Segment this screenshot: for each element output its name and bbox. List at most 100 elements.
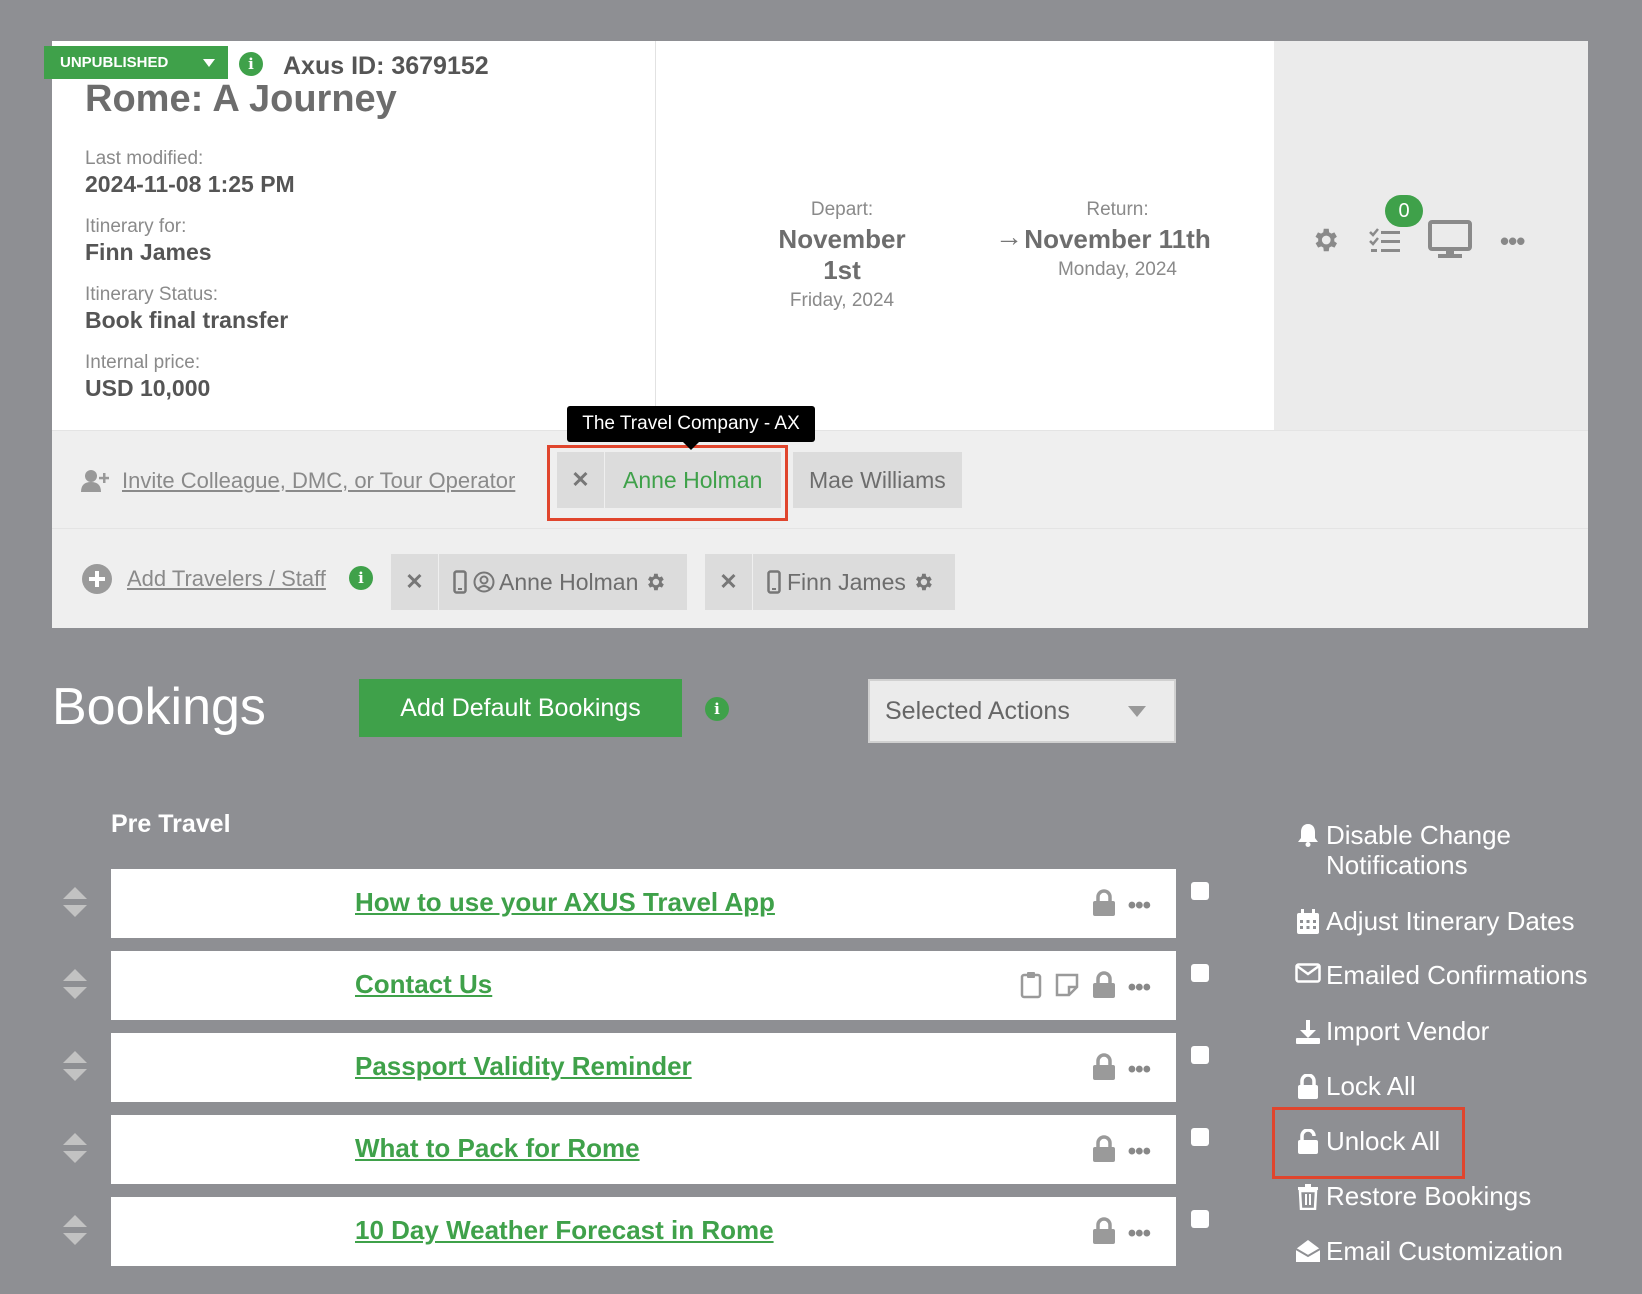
traveler-name[interactable]: Anne Holman bbox=[499, 569, 638, 596]
booking-title[interactable]: 10 Day Weather Forecast in Rome bbox=[355, 1215, 774, 1246]
import-vendor-link[interactable]: Import Vendor bbox=[1294, 1016, 1489, 1046]
mobile-icon bbox=[767, 570, 781, 594]
itinerary-summary: Rome: A Journey Last modified: 2024-11-0… bbox=[52, 41, 656, 430]
lock-icon[interactable] bbox=[1092, 1053, 1116, 1086]
lock-all-link[interactable]: Lock All bbox=[1294, 1071, 1416, 1101]
disable-change-notifications-link[interactable]: Disable Change Notifications bbox=[1294, 820, 1511, 880]
info-icon[interactable]: i bbox=[349, 566, 373, 590]
meta-last-modified: Last modified: 2024-11-08 1:25 PM bbox=[85, 148, 295, 197]
collaborators-row: Invite Colleague, DMC, or Tour Operator … bbox=[52, 430, 1588, 529]
collaborator-name[interactable]: Mae Williams bbox=[809, 467, 946, 494]
booking-row[interactable]: 10 Day Weather Forecast in Rome ••• bbox=[111, 1197, 1176, 1266]
more-icon[interactable]: ••• bbox=[1128, 892, 1151, 920]
booking-title[interactable]: Contact Us bbox=[355, 969, 492, 1000]
gear-icon[interactable] bbox=[1310, 225, 1340, 260]
booking-title[interactable]: Passport Validity Reminder bbox=[355, 1051, 692, 1082]
task-count-badge: 0 bbox=[1385, 195, 1423, 227]
drag-handle-icon[interactable] bbox=[62, 1132, 88, 1169]
invite-collaborator-link[interactable]: Invite Colleague, DMC, or Tour Operator bbox=[122, 468, 515, 494]
booking-checkbox[interactable] bbox=[1191, 1128, 1209, 1146]
collaborator-tooltip: The Travel Company - AX bbox=[567, 406, 815, 450]
trip-title: Rome: A Journey bbox=[85, 78, 397, 120]
email-customization-link[interactable]: Email Customization bbox=[1294, 1236, 1563, 1266]
more-icon[interactable]: ••• bbox=[1500, 226, 1525, 257]
remove-icon[interactable]: ✕ bbox=[391, 554, 439, 610]
traveler-chip-anne-holman[interactable]: ✕ Anne Holman bbox=[391, 554, 687, 610]
bell-icon bbox=[1294, 820, 1322, 847]
booking-row[interactable]: How to use your AXUS Travel App ••• bbox=[111, 869, 1176, 938]
booking-row[interactable]: Contact Us ••• bbox=[111, 951, 1176, 1020]
booking-actions: ••• bbox=[1092, 1135, 1151, 1168]
user-circle-icon bbox=[473, 571, 495, 593]
axus-id: Axus ID: 3679152 bbox=[283, 52, 489, 80]
booking-row[interactable]: What to Pack for Rome ••• bbox=[111, 1115, 1176, 1184]
meta-internal-price: Internal price: USD 10,000 bbox=[85, 352, 211, 401]
booking-actions: ••• bbox=[1092, 889, 1151, 922]
booking-actions: ••• bbox=[1092, 1053, 1151, 1086]
booking-row[interactable]: Passport Validity Reminder ••• bbox=[111, 1033, 1176, 1102]
add-circle-icon[interactable] bbox=[81, 563, 113, 600]
chevron-down-icon bbox=[1128, 706, 1146, 717]
lock-icon[interactable] bbox=[1092, 971, 1116, 1004]
more-icon[interactable]: ••• bbox=[1128, 974, 1151, 1002]
highlight-box bbox=[547, 445, 788, 521]
traveler-chip-finn-james[interactable]: ✕ Finn James bbox=[705, 554, 955, 610]
drag-handle-icon[interactable] bbox=[62, 1214, 88, 1251]
itinerary-header-card: Rome: A Journey Last modified: 2024-11-0… bbox=[52, 41, 1588, 628]
drag-handle-icon[interactable] bbox=[62, 1050, 88, 1087]
trip-dates: Depart: November 1st Friday, 2024 → Retu… bbox=[657, 41, 1274, 430]
trash-icon bbox=[1294, 1181, 1322, 1210]
booking-actions: ••• bbox=[1020, 971, 1151, 1004]
booking-checkbox[interactable] bbox=[1191, 1046, 1209, 1064]
more-icon[interactable]: ••• bbox=[1128, 1220, 1151, 1248]
more-icon[interactable]: ••• bbox=[1128, 1056, 1151, 1084]
checklist-icon[interactable] bbox=[1369, 228, 1401, 259]
add-travelers-link[interactable]: Add Travelers / Staff bbox=[127, 566, 326, 592]
adjust-itinerary-dates-link[interactable]: Adjust Itinerary Dates bbox=[1294, 906, 1575, 936]
drag-handle-icon[interactable] bbox=[62, 886, 88, 923]
remove-icon[interactable]: ✕ bbox=[705, 554, 753, 610]
chevron-down-icon bbox=[190, 46, 228, 79]
desktop-icon[interactable] bbox=[1428, 220, 1472, 265]
selected-actions-dropdown[interactable]: Selected Actions bbox=[868, 679, 1176, 743]
highlight-box bbox=[1272, 1107, 1465, 1179]
booking-title[interactable]: How to use your AXUS Travel App bbox=[355, 887, 775, 918]
travelers-row: Add Travelers / Staff i ✕ Anne Holman ✕ … bbox=[52, 529, 1588, 628]
mobile-icon bbox=[453, 570, 467, 594]
note-icon[interactable] bbox=[1054, 972, 1080, 1003]
drag-handle-icon[interactable] bbox=[62, 968, 88, 1005]
section-pre-travel: Pre Travel bbox=[111, 810, 231, 838]
info-icon[interactable]: i bbox=[239, 52, 263, 76]
bookings-heading: Bookings bbox=[52, 678, 266, 736]
gear-icon[interactable] bbox=[912, 571, 934, 593]
clipboard-icon[interactable] bbox=[1020, 971, 1042, 1004]
collaborator-chip-mae-williams[interactable]: Mae Williams bbox=[793, 452, 962, 508]
return-date[interactable]: Return: November 11th Monday, 2024 bbox=[1020, 199, 1215, 281]
traveler-name[interactable]: Finn James bbox=[787, 569, 906, 596]
meta-itinerary-for: Itinerary for: Finn James bbox=[85, 216, 212, 265]
arrow-right-icon: → bbox=[995, 221, 1023, 252]
envelope-icon bbox=[1294, 960, 1322, 983]
depart-date[interactable]: Depart: November 1st Friday, 2024 bbox=[757, 199, 927, 312]
lock-icon[interactable] bbox=[1092, 1135, 1116, 1168]
publish-status-dropdown[interactable]: UNPUBLISHED bbox=[44, 46, 228, 79]
add-user-icon bbox=[81, 469, 111, 498]
lock-icon bbox=[1294, 1071, 1322, 1100]
envelope-open-icon bbox=[1294, 1236, 1322, 1263]
calendar-icon bbox=[1294, 906, 1322, 935]
emailed-confirmations-link[interactable]: Emailed Confirmations bbox=[1294, 960, 1588, 990]
more-icon[interactable]: ••• bbox=[1128, 1138, 1151, 1166]
booking-actions: ••• bbox=[1092, 1217, 1151, 1250]
booking-checkbox[interactable] bbox=[1191, 882, 1209, 900]
meta-itinerary-status: Itinerary Status: Book final transfer bbox=[85, 284, 289, 333]
info-icon[interactable]: i bbox=[705, 697, 729, 721]
booking-checkbox[interactable] bbox=[1191, 964, 1209, 982]
add-default-bookings-button[interactable]: Add Default Bookings bbox=[359, 679, 682, 737]
lock-icon[interactable] bbox=[1092, 889, 1116, 922]
booking-title[interactable]: What to Pack for Rome bbox=[355, 1133, 640, 1164]
gear-icon[interactable] bbox=[644, 571, 666, 593]
import-icon bbox=[1294, 1016, 1322, 1045]
lock-icon[interactable] bbox=[1092, 1217, 1116, 1250]
booking-checkbox[interactable] bbox=[1191, 1210, 1209, 1228]
restore-bookings-link[interactable]: Restore Bookings bbox=[1294, 1181, 1531, 1211]
